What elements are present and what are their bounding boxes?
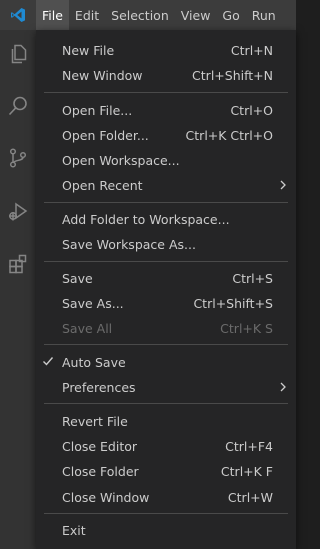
menu-item-shortcut: Ctrl+Shift+N <box>192 67 273 83</box>
menu-item-close-editor[interactable]: Close Editor Ctrl+F4 <box>36 434 296 458</box>
menu-item-label: New File <box>62 42 115 58</box>
menu-separator <box>44 261 288 262</box>
menu-separator <box>44 344 288 345</box>
menu-separator <box>44 403 288 404</box>
menu-item-shortcut: Ctrl+S <box>232 270 273 286</box>
menu-item-open-workspace[interactable]: Open Workspace... <box>36 148 296 172</box>
menu-item-label: Preferences <box>62 379 136 395</box>
chevron-right-icon <box>279 179 287 194</box>
menu-item-label: Open File... <box>62 102 133 118</box>
menu-item-save-workspace-as[interactable]: Save Workspace As... <box>36 232 296 256</box>
menu-bar: File Edit Selection View Go Run <box>36 0 282 30</box>
menu-item-label: Save All <box>62 320 113 336</box>
menu-item-open-recent[interactable]: Open Recent <box>36 173 296 197</box>
search-icon[interactable] <box>0 88 36 124</box>
menu-item-new-window[interactable]: New Window Ctrl+Shift+N <box>36 63 296 87</box>
menu-separator <box>44 92 288 93</box>
activity-bar <box>0 30 36 549</box>
menu-item-label: Auto Save <box>62 354 126 370</box>
menu-separator <box>44 202 288 203</box>
title-bar: File Edit Selection View Go Run <box>0 0 296 30</box>
menu-go[interactable]: Go <box>216 0 245 30</box>
menu-item-auto-save[interactable]: Auto Save <box>36 350 296 374</box>
menu-item-save[interactable]: Save Ctrl+S <box>36 266 296 290</box>
menu-item-shortcut: Ctrl+N <box>230 42 273 58</box>
menu-item-label: Open Folder... <box>62 127 149 143</box>
menu-item-revert-file[interactable]: Revert File <box>36 409 296 433</box>
menu-item-save-as[interactable]: Save As... Ctrl+Shift+S <box>36 291 296 315</box>
menu-separator <box>44 513 288 514</box>
menu-item-new-file[interactable]: New File Ctrl+N <box>36 38 296 62</box>
file-menu-dropdown: New File Ctrl+N New Window Ctrl+Shift+N … <box>36 30 296 549</box>
source-control-icon[interactable] <box>0 140 36 176</box>
menu-item-label: Add Folder to Workspace... <box>62 211 230 227</box>
menu-item-label: Open Workspace... <box>62 152 180 168</box>
menu-item-exit[interactable]: Exit <box>36 518 296 542</box>
menu-run[interactable]: Run <box>246 0 282 30</box>
menu-item-shortcut: Ctrl+K F <box>220 463 273 479</box>
menu-item-shortcut: Ctrl+O <box>230 102 273 118</box>
menu-item-label: Exit <box>62 522 86 538</box>
extensions-icon[interactable] <box>0 246 36 282</box>
menu-item-open-folder[interactable]: Open Folder... Ctrl+K Ctrl+O <box>36 123 296 147</box>
menu-item-label: Save Workspace As... <box>62 236 196 252</box>
vscode-logo-icon <box>0 0 36 30</box>
menu-item-shortcut: Ctrl+W <box>227 489 273 505</box>
menu-selection[interactable]: Selection <box>105 0 175 30</box>
menu-item-label: Save As... <box>62 295 124 311</box>
menu-item-preferences[interactable]: Preferences <box>36 375 296 399</box>
explorer-icon[interactable] <box>0 36 36 72</box>
run-debug-icon[interactable] <box>0 194 36 230</box>
menu-item-label: Close Editor <box>62 438 138 454</box>
menu-edit[interactable]: Edit <box>69 0 105 30</box>
chevron-right-icon <box>279 381 287 396</box>
menu-item-add-folder-to-workspace[interactable]: Add Folder to Workspace... <box>36 207 296 231</box>
menu-item-close-folder[interactable]: Close Folder Ctrl+K F <box>36 459 296 483</box>
menu-item-shortcut: Ctrl+K Ctrl+O <box>185 127 273 143</box>
menu-item-label: Save <box>62 270 93 286</box>
checkmark-icon <box>42 355 54 370</box>
menu-item-label: Close Folder <box>62 463 139 479</box>
menu-item-label: Close Window <box>62 489 150 505</box>
menu-item-save-all: Save All Ctrl+K S <box>36 316 296 340</box>
menu-file[interactable]: File <box>36 0 69 30</box>
menu-view[interactable]: View <box>175 0 217 30</box>
menu-item-label: Open Recent <box>62 177 143 193</box>
menu-item-shortcut: Ctrl+F4 <box>225 438 273 454</box>
menu-item-label: New Window <box>62 67 143 83</box>
menu-item-open-file[interactable]: Open File... Ctrl+O <box>36 98 296 122</box>
menu-item-shortcut: Ctrl+Shift+S <box>193 295 273 311</box>
menu-item-label: Revert File <box>62 413 128 429</box>
menu-item-shortcut: Ctrl+K S <box>220 320 273 336</box>
menu-item-close-window[interactable]: Close Window Ctrl+W <box>36 485 296 509</box>
